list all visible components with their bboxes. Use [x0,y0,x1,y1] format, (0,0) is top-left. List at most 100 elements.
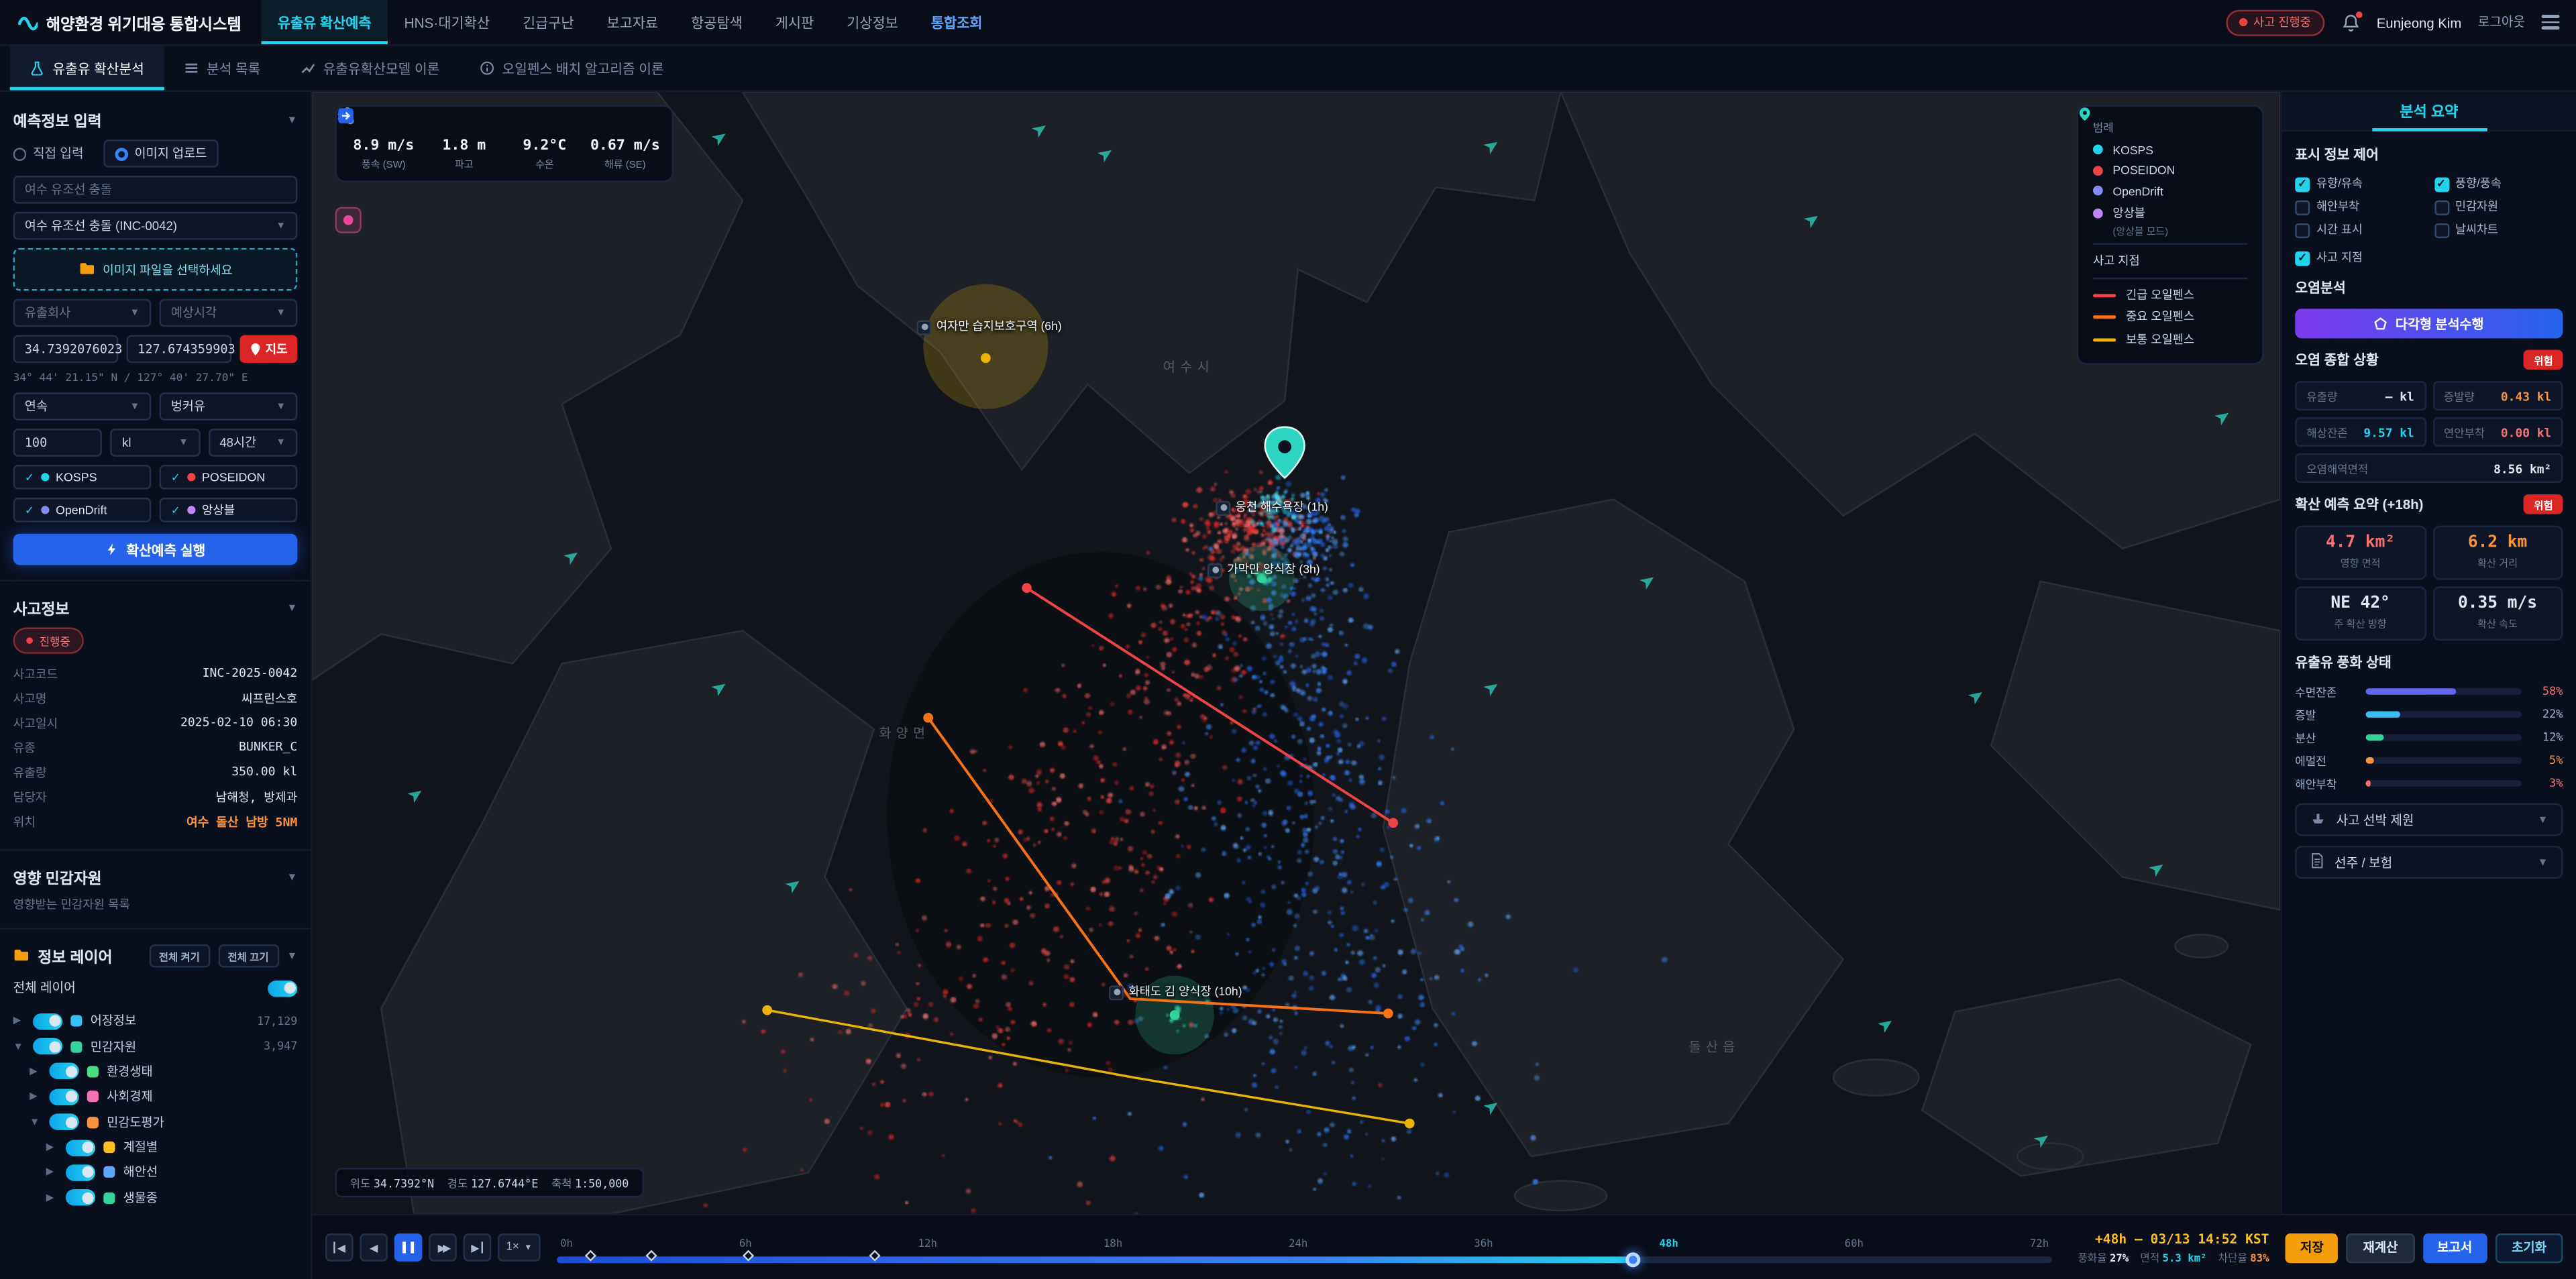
map-marker-2[interactable]: 웅천 해수욕장 (1h) [1216,499,1328,515]
layer-toggle[interactable] [66,1139,95,1156]
layers-all-on-button[interactable]: 전체 켜기 [149,944,209,967]
predict-section-header[interactable]: 예측정보 입력▼ [13,109,298,131]
duration-select[interactable]: 48시간▼ [208,429,297,457]
map-marker-1[interactable]: 여자만 습지보호구역 (6h) [917,319,1062,335]
map-marker-3[interactable]: 가막만 양식장 (3h) [1208,562,1320,578]
fast-forward-button[interactable]: ▶▶ [429,1233,457,1262]
layer-item-7[interactable]: ▶해안선 [13,1160,298,1186]
checkbox-icon[interactable] [2434,200,2449,215]
analysis-summary-tab[interactable]: 분석 요약 [2282,92,2576,131]
sensitive-section-header[interactable]: 영향 민감자원▼ [13,866,298,889]
skip-start-button[interactable]: ◀ [325,1233,354,1262]
latitude-input[interactable]: 34.7392076023 [13,335,118,364]
longitude-input[interactable]: 127.674359903 [126,335,231,364]
collapsible-panel-2[interactable]: 선주 / 보험▼ [2295,846,2563,879]
layer-toggle[interactable] [49,1114,78,1130]
caret-icon[interactable]: ▼ [30,1117,41,1128]
nav-item-1[interactable]: 유출유 확산예측 [261,0,388,44]
poi-toggle-button[interactable] [335,207,362,233]
caret-icon[interactable]: ▼ [13,1041,25,1052]
checkbox-icon[interactable] [2295,223,2310,237]
layer-toggle[interactable] [33,1038,62,1054]
user-name[interactable]: Eunjeong Kim [2377,14,2462,30]
pause-button[interactable] [394,1233,423,1262]
emergency-oil-fence[interactable] [1022,583,1398,828]
nav-item-8[interactable]: 통합조회 [914,0,999,44]
checkbox-icon[interactable] [2295,176,2310,191]
hamburger-menu-icon[interactable] [2542,15,2560,29]
nav-item-3[interactable]: 긴급구난 [506,0,590,44]
notification-bell-icon[interactable] [2341,12,2360,32]
checkbox-icon[interactable] [2434,223,2449,237]
nav-item-7[interactable]: 기상정보 [830,0,915,44]
oil-type-select[interactable]: 벙커유▼ [160,392,298,421]
caret-icon[interactable]: ▶ [13,1015,25,1027]
저장-button[interactable]: 저장 [2286,1233,2339,1262]
step-back-button[interactable]: ◀ [360,1233,388,1262]
display-check-5[interactable]: 시간 표시 [2295,222,2424,238]
slider-handle[interactable] [1626,1252,1641,1267]
incident-active-badge[interactable]: 사고 진행중 [2225,9,2324,35]
caret-icon[interactable]: ▶ [46,1142,58,1153]
layer-item-1[interactable]: ▶어장정보17,129 [13,1009,298,1034]
checkbox-icon[interactable] [2295,200,2310,215]
display-check-3[interactable]: 해안부착 [2295,199,2424,215]
tab-1[interactable]: 유출유 확산분석 [10,46,164,91]
layer-item-2[interactable]: ▼민감자원3,947 [13,1034,298,1059]
layer-toggle[interactable] [49,1089,78,1105]
display-check-2[interactable]: 풍향/풍속 [2434,176,2563,192]
layer-item-5[interactable]: ▼민감도평가 [13,1109,298,1135]
model-chip-앙상블[interactable]: ✓앙상블 [160,498,298,522]
layer-toggle[interactable] [66,1164,95,1180]
display-check-1[interactable]: 유향/유속 [2295,176,2424,192]
nav-item-2[interactable]: HNS·대기확산 [388,0,506,44]
unit-select[interactable]: kl▼ [111,429,200,457]
layer-toggle[interactable] [49,1064,78,1080]
보고서-button[interactable]: 보고서 [2422,1233,2487,1262]
time-slider[interactable]: 0h6h12h18h24h36h48h60h72h [557,1232,2052,1264]
polygon-analysis-button[interactable]: 다각형 분석수행 [2295,309,2563,338]
map-canvas-area[interactable]: 8.9 m/s풍속 (SW)1.8 m파고9.2°C수온0.67 m/s해류 (… [312,92,2280,1214]
nav-item-6[interactable]: 게시판 [759,0,830,44]
company-select[interactable]: 유출회사▼ [13,299,152,327]
incident-section-header[interactable]: 사고정보▼ [13,596,298,619]
재계산-button[interactable]: 재계산 [2347,1233,2414,1262]
caret-icon[interactable]: ▶ [30,1091,41,1103]
tab-3[interactable]: 유출유확산모델 이론 [280,46,460,91]
pick-on-map-button[interactable]: 지도 [239,335,297,364]
layer-item-6[interactable]: ▶계절별 [13,1135,298,1160]
layer-item-8[interactable]: ▶생물종 [13,1185,298,1211]
layers-section-header[interactable]: 정보 레이어 전체 켜기 전체 끄기 ▼ [13,944,298,967]
layer-toggle[interactable] [33,1013,62,1029]
slider-track[interactable] [557,1256,2052,1263]
input-mode-radio-1[interactable]: 직접 입력 [13,140,84,168]
speed-select[interactable]: 1×▼ [498,1233,541,1262]
display-check-6[interactable]: 날씨차트 [2434,222,2563,238]
model-chip-poseidon[interactable]: ✓POSEIDON [160,465,298,490]
image-upload-dropzone[interactable]: 이미지 파일을 선택하세요 [13,248,298,291]
skip-end-button[interactable]: ▶ [464,1233,492,1262]
checkbox-icon[interactable] [2434,176,2449,191]
caret-icon[interactable]: ▶ [46,1167,58,1178]
accident-point-pin[interactable] [1265,427,1305,478]
tab-4[interactable]: 오일펜스 배치 알고리즘 이론 [460,46,684,91]
input-mode-radio-2[interactable]: 이미지 업로드 [103,140,219,168]
time-select[interactable]: 예상시각▼ [160,299,298,327]
model-chip-opendrift[interactable]: ✓OpenDrift [13,498,152,522]
nav-item-5[interactable]: 항공탐색 [675,0,759,44]
major-oil-fence[interactable] [923,713,1393,1019]
accident-point-checkbox[interactable]: 사고 지점 [2295,249,2563,266]
caret-icon[interactable]: ▶ [30,1066,41,1077]
초기화-button[interactable]: 초기화 [2495,1233,2563,1262]
caret-icon[interactable]: ▶ [46,1192,58,1204]
run-prediction-button[interactable]: 확산예측 실행 [13,534,298,565]
incident-name-input[interactable]: 여수 유조선 충돌 [13,176,298,204]
layer-item-3[interactable]: ▶환경생태 [13,1059,298,1085]
layer-item-4[interactable]: ▶사회경제 [13,1085,298,1110]
model-chip-kosps[interactable]: ✓KOSPS [13,465,152,490]
tab-2[interactable]: 분석 목록 [164,46,280,91]
checkbox-icon[interactable] [2295,250,2310,265]
release-type-select[interactable]: 연속▼ [13,392,152,421]
display-check-4[interactable]: 민감자원 [2434,199,2563,215]
map-marker-4[interactable]: 화태도 김 양식장 (10h) [1109,984,1242,1000]
